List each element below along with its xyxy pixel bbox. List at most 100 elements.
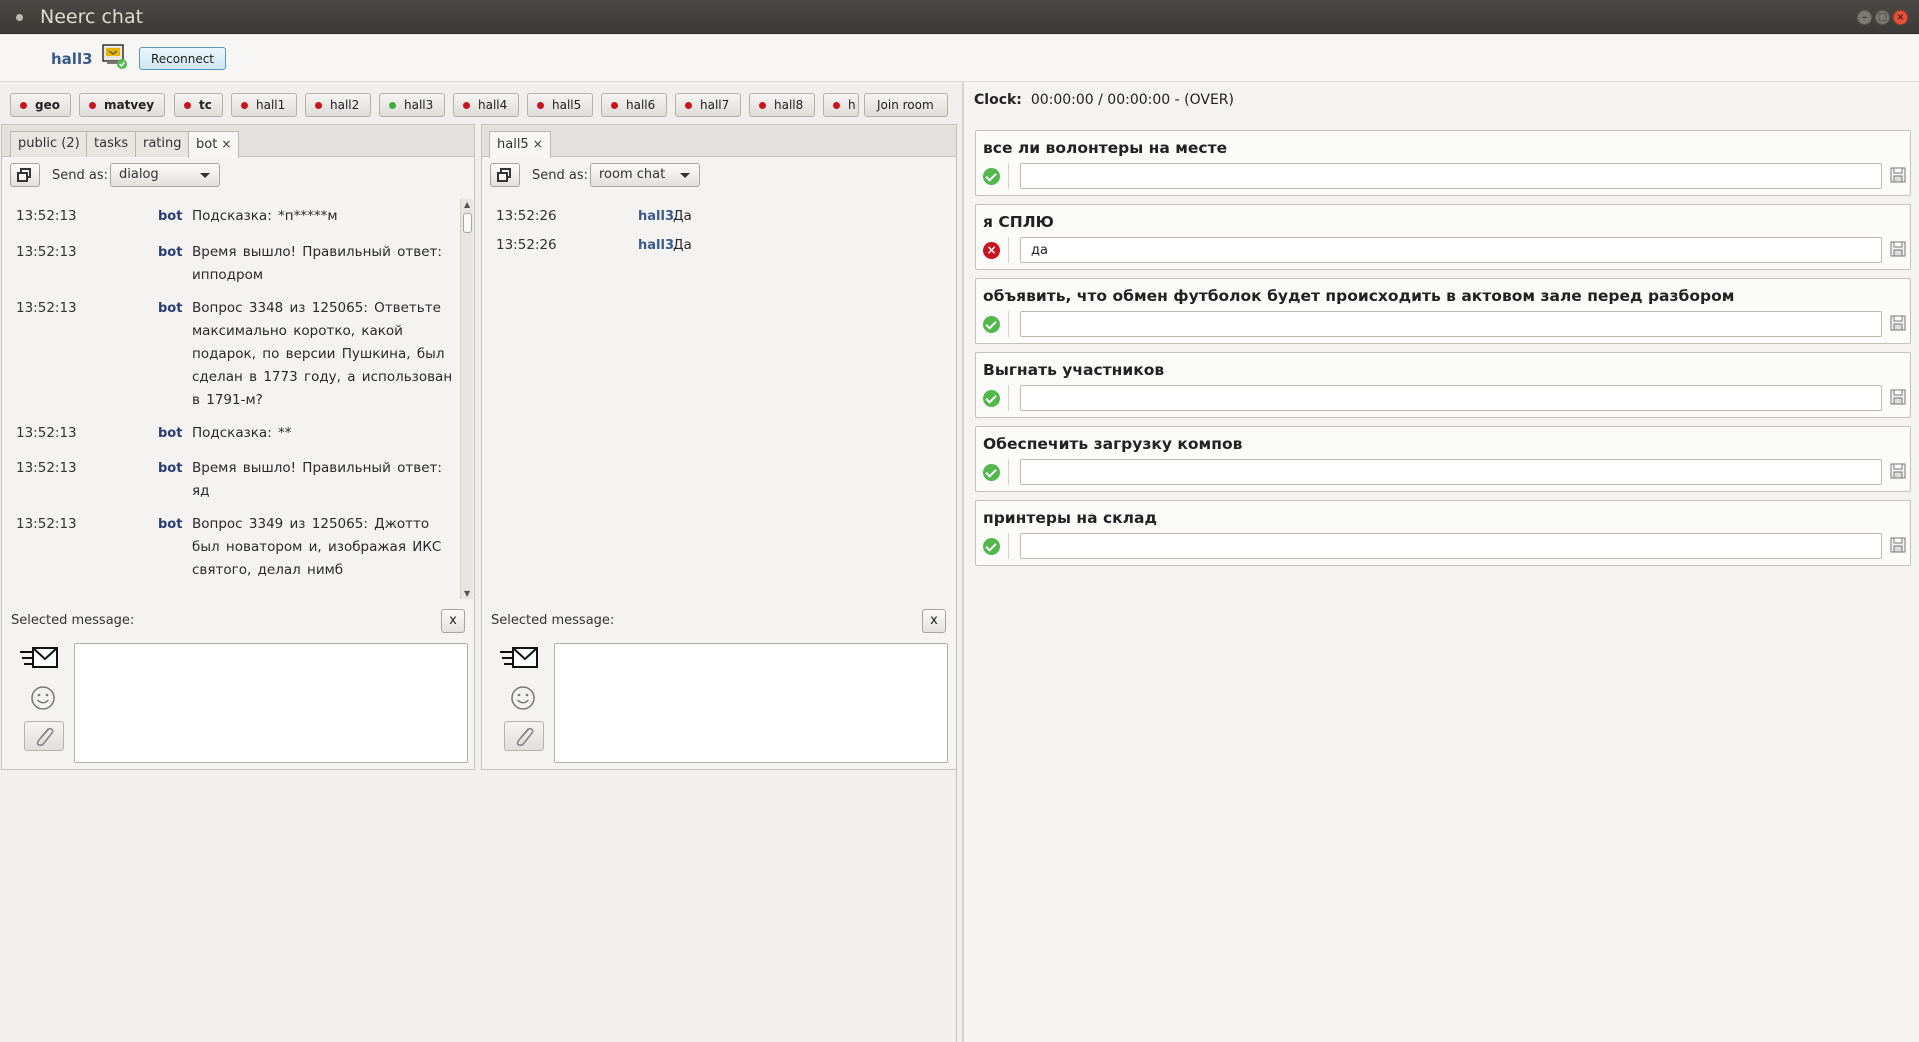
task-item: я СПЛЮ × <box>975 204 1911 270</box>
message-item[interactable]: 13:52:13 bot Подсказка: ** <box>3 422 458 445</box>
clock-value: 00:00:00 / 00:00:00 - (OVER) <box>1030 92 1234 108</box>
room-list: geo matvey tc hall1 hall2 hall3 hall4 ha… <box>0 88 960 124</box>
room-button-hall4[interactable]: hall4 <box>453 93 519 117</box>
message-item[interactable]: 13:52:26 hall3 Да <box>483 205 953 228</box>
room-button-hall2[interactable]: hall2 <box>305 93 371 117</box>
popout-button[interactable] <box>10 163 40 187</box>
clock: Clock: 00:00:00 / 00:00:00 - (OVER) <box>974 92 1234 108</box>
message-scrollbar[interactable]: ▲ ▼ <box>460 199 473 599</box>
paperclip-icon <box>516 727 534 747</box>
cross-icon[interactable]: × <box>983 242 1000 259</box>
chevron-down-icon <box>200 173 210 178</box>
check-icon[interactable] <box>983 538 1000 555</box>
window-titlebar: Neerc chat – □ × <box>0 0 1919 34</box>
task-response-input[interactable] <box>1020 385 1882 411</box>
save-icon[interactable] <box>1890 537 1906 553</box>
task-response-input[interactable] <box>1020 163 1882 189</box>
message-item[interactable]: 13:52:13 bot Время вышло! Правильный ответ… <box>3 457 458 503</box>
task-item: принтеры на склад <box>975 500 1911 566</box>
check-icon[interactable] <box>983 316 1000 333</box>
save-icon[interactable] <box>1890 463 1906 479</box>
room-button-h[interactable]: h <box>823 93 859 117</box>
message-item[interactable]: 13:52:13 bot Вопрос 3349 из 125065: Джотто… <box>3 513 458 582</box>
room-button-geo[interactable]: geo <box>10 93 71 117</box>
bot-chat-panel: public (2) tasks rating bot × Send as: di… <box>1 124 475 770</box>
task-response-input[interactable] <box>1020 311 1882 337</box>
join-room-button[interactable]: Join room <box>864 93 948 117</box>
message-list: 13:52:13 bot Подсказка: *п*****м 13:52:13 b… <box>3 199 458 597</box>
emoji-icon[interactable] <box>30 685 56 711</box>
room-button-hall7[interactable]: hall7 <box>675 93 741 117</box>
send-as-select[interactable]: room chat <box>590 163 700 187</box>
popout-button[interactable] <box>490 163 520 187</box>
current-username: hall3 <box>51 50 93 68</box>
tasks-pane: Clock: 00:00:00 / 00:00:00 - (OVER) все … <box>962 82 1919 1042</box>
window-menu-icon[interactable] <box>16 14 23 21</box>
maximize-icon[interactable]: □ <box>1875 10 1890 25</box>
check-icon[interactable] <box>983 390 1000 407</box>
chevron-down-icon <box>680 173 690 178</box>
tab-close-icon[interactable]: × <box>533 137 543 151</box>
online-status-icon <box>102 44 127 69</box>
room-button-tc[interactable]: tc <box>174 93 223 117</box>
task-title: Обеспечить загрузку компов <box>983 435 1243 453</box>
tab-close-icon[interactable]: × <box>221 137 231 151</box>
save-icon[interactable] <box>1890 389 1906 405</box>
task-response-input[interactable] <box>1020 459 1882 485</box>
room-button-hall5[interactable]: hall5 <box>527 93 593 117</box>
scroll-up-icon[interactable]: ▲ <box>464 200 470 209</box>
tab-rating[interactable]: rating <box>135 131 190 157</box>
send-envelope-icon[interactable] <box>500 645 540 673</box>
scroll-down-icon[interactable]: ▼ <box>464 589 470 598</box>
clear-selected-button[interactable]: x <box>441 609 465 633</box>
tab-public[interactable]: public (2) <box>10 131 88 157</box>
task-title: объявить, что обмен футболок будет проис… <box>983 287 1735 305</box>
save-icon[interactable] <box>1890 241 1906 257</box>
check-icon[interactable] <box>983 464 1000 481</box>
attach-button[interactable] <box>24 721 64 751</box>
task-title: Выгнать участников <box>983 361 1165 379</box>
reconnect-button[interactable]: Reconnect <box>139 47 226 70</box>
message-item[interactable]: 13:52:13 bot Вопрос 3348 из 125065: Ответь… <box>3 297 458 412</box>
middle-tab-bar: hall5 × <box>482 125 956 158</box>
send-as-label: Send as: <box>532 168 588 183</box>
tab-hall5[interactable]: hall5 × <box>489 131 551 158</box>
minimize-icon[interactable]: – <box>1857 10 1872 25</box>
send-as-select[interactable]: dialog <box>110 163 220 187</box>
room-button-hall1[interactable]: hall1 <box>231 93 297 117</box>
room-button-hall8[interactable]: hall8 <box>749 93 815 117</box>
room-status-indicator <box>20 102 27 109</box>
emoji-icon[interactable] <box>510 685 536 711</box>
close-icon[interactable]: × <box>1893 10 1908 25</box>
save-icon[interactable] <box>1890 315 1906 331</box>
message-item[interactable]: 13:52:13 bot Время вышло! Правильный ответ… <box>3 241 458 287</box>
send-as-row: Send as: room chat <box>482 163 956 191</box>
room-button-hall6[interactable]: hall6 <box>601 93 667 117</box>
room-status-indicator <box>759 102 766 109</box>
message-item[interactable]: 13:52:26 hall3 Да <box>483 234 953 257</box>
clear-selected-button[interactable]: x <box>922 609 946 633</box>
left-tab-bar: public (2) tasks rating bot × <box>2 125 474 158</box>
room-status-indicator <box>389 102 396 109</box>
task-response-input[interactable] <box>1020 533 1882 559</box>
room-button-hall3[interactable]: hall3 <box>379 93 445 117</box>
task-title: принтеры на склад <box>983 509 1157 527</box>
message-item[interactable]: 13:52:13 bot Подсказка: *п*****м <box>3 205 458 228</box>
tab-bot[interactable]: bot × <box>188 131 240 158</box>
attach-button[interactable] <box>504 721 544 751</box>
room-status-indicator <box>463 102 470 109</box>
message-input[interactable] <box>74 643 468 763</box>
task-title: я СПЛЮ <box>983 213 1054 231</box>
check-icon[interactable] <box>983 168 1000 185</box>
send-envelope-icon[interactable] <box>20 645 60 673</box>
task-response-input[interactable] <box>1020 237 1882 263</box>
message-input[interactable] <box>554 643 948 763</box>
save-icon[interactable] <box>1890 167 1906 183</box>
room-status-indicator <box>315 102 322 109</box>
paperclip-icon <box>36 727 54 747</box>
message-list: 13:52:26 hall3 Да 13:52:26 hall3 Да <box>483 199 953 597</box>
send-as-row: Send as: dialog <box>2 163 474 191</box>
scrollbar-thumb[interactable] <box>463 213 472 233</box>
room-button-matvey[interactable]: matvey <box>79 93 165 117</box>
tab-tasks[interactable]: tasks <box>86 131 137 157</box>
